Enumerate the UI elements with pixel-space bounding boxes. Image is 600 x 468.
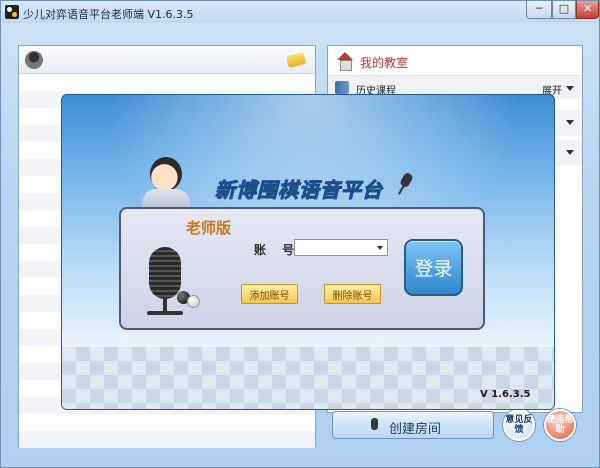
chat-icon[interactable]	[285, 51, 307, 69]
classroom-header: 我的教室	[328, 46, 582, 76]
white-stone-icon	[187, 295, 200, 308]
maximize-icon: □	[558, 2, 570, 15]
chevron-down-icon[interactable]	[377, 246, 383, 250]
list-item[interactable]	[19, 414, 315, 431]
maximize-button[interactable]: □	[552, 1, 576, 19]
window-title: 少儿对弈语音平台老师端 V1.6.3.5	[23, 8, 194, 21]
house-icon	[336, 52, 354, 71]
chevron-down-icon[interactable]	[566, 120, 574, 125]
create-room-label: 创建房间	[389, 422, 442, 437]
platform-title: 新博围棋语音平台	[215, 178, 383, 203]
account-select[interactable]	[294, 239, 388, 256]
microphone-base	[147, 311, 183, 315]
login-button[interactable]: 登录	[404, 239, 463, 296]
microphone-icon	[371, 418, 378, 430]
version-label: V 1.6.3.5	[480, 389, 531, 400]
minimize-icon: ─	[535, 2, 543, 15]
avatar-head	[150, 157, 182, 191]
login-form: 老师版 账 号 添加账号 删除账号 登录	[119, 207, 485, 330]
close-button[interactable]: ✕	[576, 1, 599, 19]
help-button[interactable]: 使用帮助	[544, 409, 576, 441]
edition-label: 老师版	[186, 219, 232, 237]
user-icon	[25, 51, 43, 69]
login-dialog: 新博围棋语音平台 老师版 账 号 添加账号 删除账号 登录 V 1.6.3.5	[61, 94, 555, 410]
main-window: 少儿对弈语音平台老师端 V1.6.3.5 ─ □ ✕ 我的教室 历史课程 展开 …	[0, 0, 600, 468]
delete-account-button[interactable]: 删除账号	[324, 284, 381, 304]
classroom-title: 我的教室	[360, 56, 409, 70]
title-bar: 少儿对弈语音平台老师端 V1.6.3.5 ─ □ ✕	[1, 1, 599, 23]
close-icon: ✕	[582, 2, 593, 15]
list-item[interactable]	[19, 74, 315, 91]
user-list-header	[19, 46, 315, 74]
minimize-button[interactable]: ─	[526, 1, 552, 19]
feedback-button[interactable]: 意见反馈	[503, 409, 535, 441]
list-item[interactable]	[19, 431, 315, 448]
book-icon	[335, 81, 349, 94]
chevron-down-icon[interactable]	[566, 150, 574, 155]
go-board-icon	[5, 5, 19, 19]
chevron-down-icon[interactable]	[566, 86, 574, 91]
create-room-button[interactable]: 创建房间	[332, 411, 494, 439]
add-account-button[interactable]: 添加账号	[241, 284, 298, 304]
microphone-icon	[149, 247, 181, 299]
